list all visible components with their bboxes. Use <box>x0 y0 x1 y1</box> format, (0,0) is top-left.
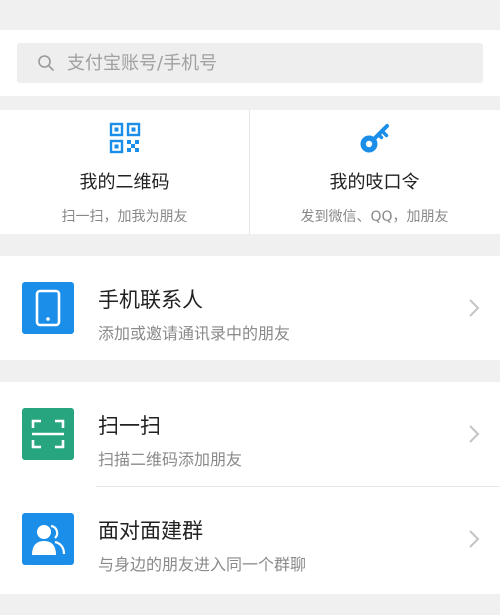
feature-row: 我的二维码 扫一扫，加我为朋友 我的吱口令 发到微信、QQ，加朋友 <box>0 110 500 234</box>
search-section <box>0 30 500 96</box>
item-title: 面对面建群 <box>98 519 203 543</box>
group-person-icon <box>22 513 74 565</box>
bottom-strip <box>0 594 500 615</box>
list-item-scan[interactable]: 扫一扫 扫描二维码添加朋友 <box>0 382 500 486</box>
search-bar[interactable] <box>17 43 483 83</box>
list-item-phone-contacts[interactable]: 手机联系人 添加或邀请通讯录中的朋友 <box>0 256 500 360</box>
list-item-face-to-face-group[interactable]: 面对面建群 与身边的朋友进入同一个群聊 <box>0 487 500 591</box>
my-qr-code-title: 我的二维码 <box>79 172 170 193</box>
chevron-right-icon <box>468 529 480 553</box>
key-icon <box>358 122 392 160</box>
item-title: 扫一扫 <box>98 414 161 438</box>
chevron-right-icon <box>468 298 480 322</box>
qr-code-icon <box>109 122 141 158</box>
top-strip <box>0 0 500 8</box>
item-subtitle: 与身边的朋友进入同一个群聊 <box>98 555 307 574</box>
my-qr-code-button[interactable]: 我的二维码 扫一扫，加我为朋友 <box>0 110 249 234</box>
chevron-right-icon <box>468 424 480 448</box>
phone-icon <box>22 282 74 334</box>
item-subtitle: 扫描二维码添加朋友 <box>98 450 243 469</box>
search-icon <box>38 55 54 71</box>
item-subtitle: 添加或邀请通讯录中的朋友 <box>98 324 291 343</box>
item-title: 手机联系人 <box>98 288 203 312</box>
scan-group-card: 扫一扫 扫描二维码添加朋友 面对面建群 与身边的朋友进入同一个群聊 <box>0 382 500 594</box>
search-input[interactable] <box>65 51 449 75</box>
my-zhi-code-title: 我的吱口令 <box>329 172 420 193</box>
my-zhi-code-button[interactable]: 我的吱口令 发到微信、QQ，加朋友 <box>249 110 499 234</box>
my-qr-code-subtitle: 扫一扫，加我为朋友 <box>61 209 188 225</box>
contacts-card: 手机联系人 添加或邀请通讯录中的朋友 <box>0 256 500 360</box>
scan-icon <box>22 408 74 460</box>
my-zhi-code-subtitle: 发到微信、QQ，加朋友 <box>300 209 449 225</box>
